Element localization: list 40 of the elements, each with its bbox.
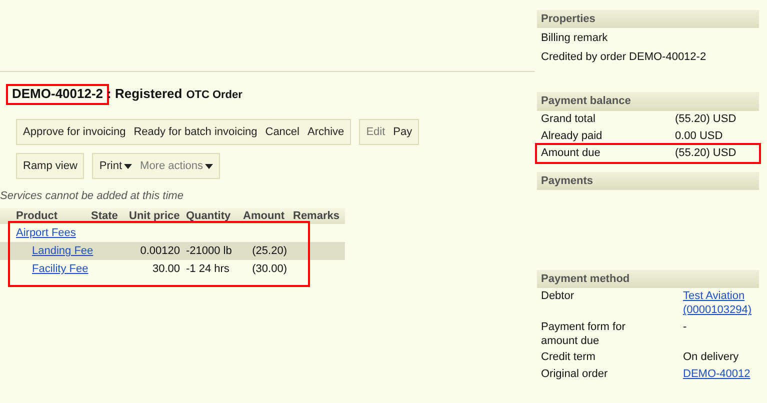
action-button[interactable]: Ready for batch invoicing bbox=[130, 124, 262, 140]
action-button[interactable]: Archive bbox=[304, 124, 348, 140]
product-link[interactable]: Facility Fee bbox=[32, 262, 88, 275]
table-cell: 30.00 bbox=[126, 260, 183, 278]
section-header: Properties bbox=[537, 10, 759, 28]
method-label: Debtor bbox=[541, 289, 576, 304]
column-header: Remarks bbox=[290, 208, 345, 224]
action-button[interactable]: Cancel bbox=[261, 124, 304, 140]
table-cell: -21000 lb bbox=[183, 242, 240, 260]
method-link[interactable]: Test Aviation (0000103294) bbox=[683, 289, 755, 318]
method-label: Credit term bbox=[541, 350, 596, 366]
balance-label: Amount due bbox=[541, 146, 600, 161]
product-link[interactable]: Airport Fees bbox=[16, 226, 76, 239]
action-button[interactable]: Approve for invoicing bbox=[19, 124, 130, 140]
order-id: DEMO-40012-2 bbox=[8, 86, 108, 103]
method-value: - bbox=[683, 320, 688, 335]
method-label: Original order bbox=[541, 367, 609, 382]
action-button[interactable]: Ramp view bbox=[19, 159, 82, 174]
balance-value: 0.00 USD bbox=[675, 128, 724, 144]
balance-value: (55.20) USD bbox=[675, 112, 738, 127]
order-type: OTC Order bbox=[186, 88, 242, 102]
property-text: Billing remark bbox=[540, 31, 609, 46]
section-header: Payments bbox=[537, 172, 759, 190]
order-status: : Registered bbox=[107, 86, 182, 103]
property-text: Credited by order DEMO-40012-2 bbox=[540, 50, 708, 66]
balance-label: Already paid bbox=[541, 128, 602, 144]
action-button[interactable]: Pay bbox=[389, 124, 416, 140]
balance-value: (55.20) USD bbox=[675, 146, 738, 161]
table-cell: -1 24 hrs bbox=[183, 260, 240, 278]
table-cell: (30.00) bbox=[240, 260, 290, 278]
method-link[interactable]: DEMO-40012 bbox=[683, 367, 755, 382]
table-cell: 0.00120 bbox=[126, 242, 183, 260]
balance-label: Grand total bbox=[541, 112, 596, 127]
method-label: Payment form for amount due bbox=[541, 320, 626, 348]
section-header: Payment balance bbox=[537, 92, 759, 111]
table-cell: (25.20) bbox=[240, 242, 290, 260]
action-button[interactable]: Print bbox=[95, 159, 136, 174]
method-value: On delivery bbox=[683, 350, 740, 366]
section-header: Payment method bbox=[537, 270, 759, 288]
notice-text: Services cannot be added at this time bbox=[0, 189, 184, 204]
